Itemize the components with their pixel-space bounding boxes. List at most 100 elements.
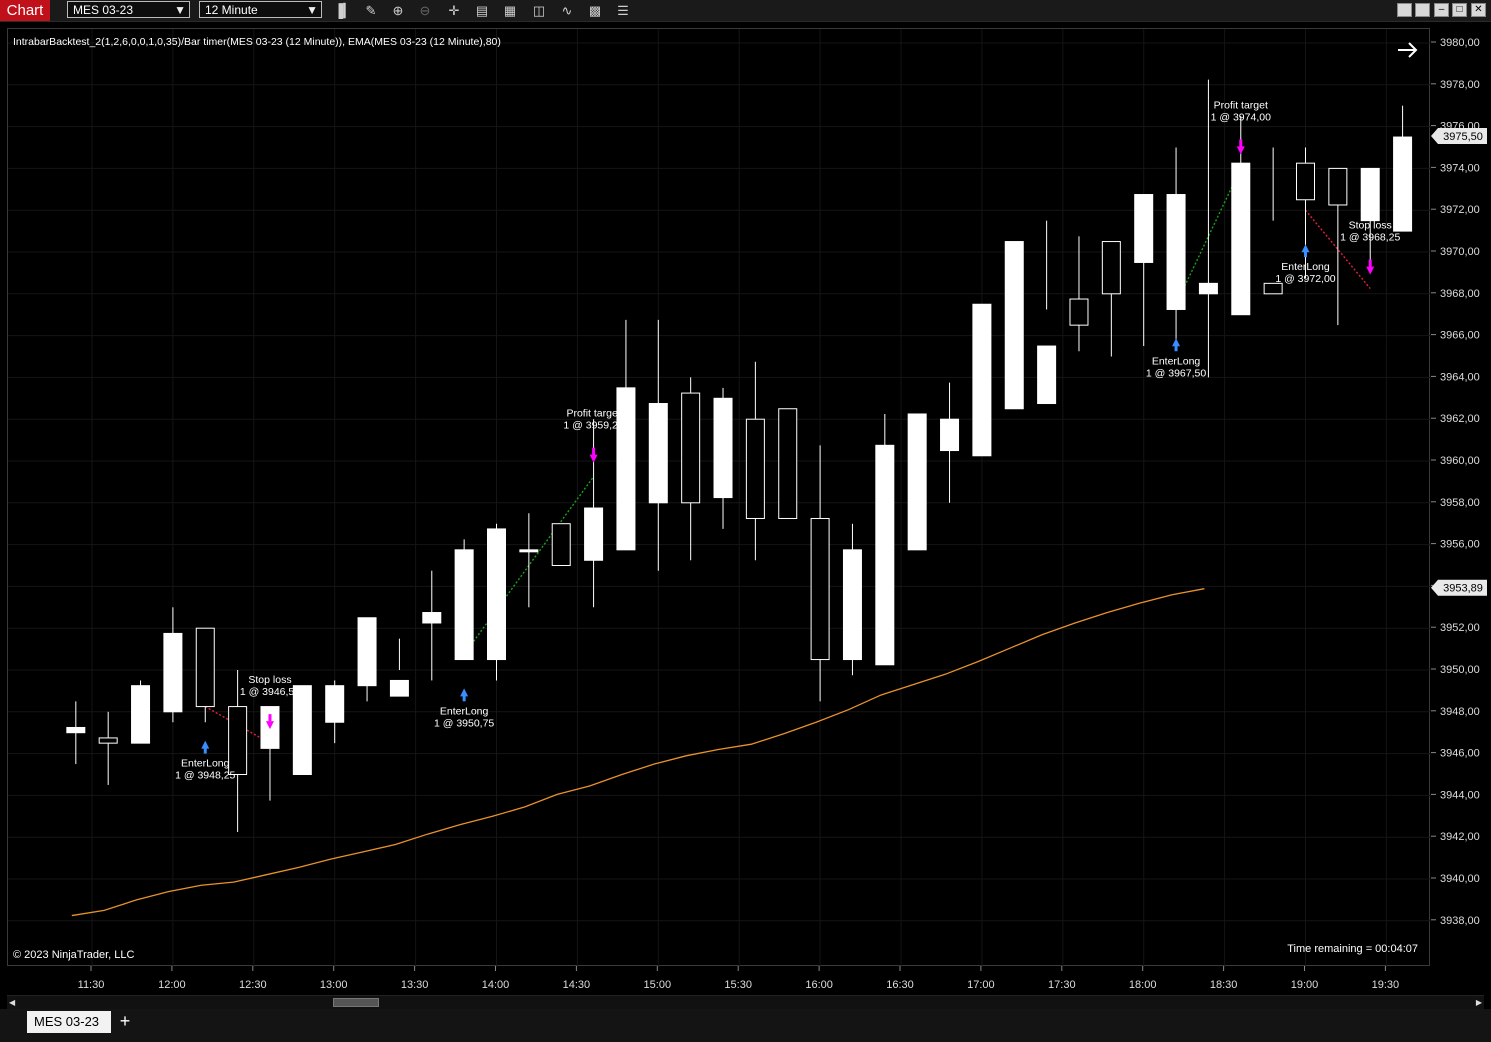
price-tick-label: 3970,00 — [1440, 246, 1480, 258]
last-price-tag: 3975,50 — [1431, 128, 1487, 145]
time-axis[interactable]: 11:30 12:00 12:30 13:00 13:30 14:00 14:30 15:00… — [7, 966, 1430, 994]
time-tick-label: 17:00 — [967, 979, 995, 991]
time-tick-label: 14:30 — [563, 979, 591, 991]
copyright-text: © 2023 NinjaTrader, LLC — [13, 949, 134, 961]
performance-icon[interactable]: ∿ — [558, 2, 576, 19]
candle-body — [648, 403, 668, 504]
entry-arrow-stem — [462, 695, 466, 702]
trade-label: Profit target — [566, 408, 620, 420]
svg-text:3953,89: 3953,89 — [1443, 583, 1483, 595]
close-button[interactable]: ✕ — [1471, 3, 1486, 17]
crosshair-icon[interactable]: ✛ — [445, 2, 463, 19]
entry-arrow-stem — [203, 747, 207, 754]
candle-body — [98, 737, 118, 744]
chart-panel[interactable]: EnterLong 1 @ 3948,25 Stop loss 1 @ 3946,50… — [7, 28, 1431, 967]
time-tick-label: 16:00 — [805, 979, 833, 991]
trade-detail: 1 @ 3946,50 — [240, 686, 300, 698]
horizontal-scrollbar[interactable]: ◀ ▶ — [7, 995, 1484, 1009]
svg-text:3975,50: 3975,50 — [1443, 131, 1483, 143]
maximize-button[interactable]: □ — [1452, 3, 1467, 17]
properties-icon[interactable]: ☰ — [614, 2, 632, 19]
trade-label: Stop loss — [1349, 220, 1392, 232]
candle-body — [163, 632, 183, 713]
price-tick-label: 3960,00 — [1440, 455, 1480, 467]
zoom-in-icon[interactable]: ⊕ — [389, 2, 407, 19]
time-tick-label: 15:30 — [724, 979, 752, 991]
price-chart[interactable]: EnterLong1 @ 3948,25Stop loss1 @ 3946,50… — [8, 29, 1431, 967]
entry-arrow-icon — [1301, 244, 1310, 253]
time-tick-label: 17:30 — [1048, 979, 1076, 991]
exit-arrow-icon — [1236, 146, 1245, 155]
trade-label: Profit target — [1214, 99, 1268, 111]
time-tick-label: 14:00 — [482, 979, 510, 991]
trade-detail: 1 @ 3968,25 — [1340, 232, 1400, 244]
scroll-to-end-icon[interactable] — [1398, 42, 1418, 58]
time-tick-label: 18:00 — [1129, 979, 1157, 991]
entry-arrow-stem — [1304, 251, 1307, 258]
exit-arrow-icon — [1366, 266, 1375, 275]
time-tick-label: 18:30 — [1210, 979, 1238, 991]
indicators-icon[interactable]: ▦ — [501, 2, 519, 19]
candle-body — [1296, 162, 1315, 201]
entry-arrow-stem — [1174, 345, 1178, 352]
price-tick-label: 3948,00 — [1440, 706, 1480, 718]
strategies-icon[interactable]: ◫ — [530, 2, 548, 19]
time-tick-label: 15:00 — [644, 979, 672, 991]
candle-body — [292, 685, 312, 775]
data-series-icon[interactable]: ▤ — [473, 2, 491, 19]
trade-detail: 1 @ 3950,75 — [434, 717, 494, 729]
minimize-button[interactable]: – — [1434, 3, 1449, 17]
instrument-selector[interactable]: MES 03-23 ▼ — [67, 1, 190, 18]
candle-body — [940, 418, 960, 452]
candle-body — [842, 549, 862, 661]
candle-body — [131, 685, 151, 744]
trade-detail: 1 @ 3967,50 — [1146, 367, 1206, 379]
price-tick-label: 3974,00 — [1440, 162, 1480, 174]
bar-type-icon[interactable]: ▐▎ — [334, 2, 353, 19]
exit-arrow-stem — [1368, 259, 1372, 267]
time-tick-label: 13:00 — [320, 979, 348, 991]
price-tick-label: 3940,00 — [1440, 873, 1480, 885]
scrollbar-thumb[interactable] — [333, 998, 379, 1007]
chart-trader-icon[interactable]: ▩ — [586, 2, 604, 19]
entry-arrow-icon — [460, 688, 469, 697]
window-pin-button[interactable] — [1415, 3, 1430, 17]
time-tick-label: 19:30 — [1372, 979, 1400, 991]
candle-body — [1004, 241, 1024, 410]
exit-arrow-stem — [1239, 139, 1243, 147]
candle-body — [519, 549, 539, 553]
candle-body — [1069, 298, 1089, 326]
scroll-left-icon[interactable]: ◀ — [9, 996, 15, 1009]
price-tick-label: 3968,00 — [1440, 288, 1480, 300]
time-tick-label: 12:30 — [239, 979, 267, 991]
chart-title-tab[interactable]: Chart — [0, 0, 50, 21]
trade-label: EnterLong — [1152, 355, 1201, 367]
candle-body — [681, 392, 701, 504]
exit-arrow-stem — [268, 714, 272, 722]
zoom-out-icon[interactable]: ⊖ — [416, 2, 434, 19]
price-tick-label: 3942,00 — [1440, 831, 1480, 843]
price-axis[interactable]: 3980,003978,003976,003974,003972,003970,… — [1431, 28, 1491, 966]
trade-label: EnterLong — [1281, 261, 1330, 273]
candle-body — [1037, 345, 1057, 405]
window-link-button[interactable] — [1397, 3, 1412, 17]
drawing-tool-icon[interactable]: ✎ — [362, 2, 380, 19]
time-tick-label: 16:30 — [886, 979, 914, 991]
candle-body — [357, 617, 377, 687]
entry-arrow-icon — [201, 740, 210, 749]
add-tab-button[interactable]: + — [116, 1011, 134, 1031]
scroll-right-icon[interactable]: ▶ — [1476, 996, 1482, 1009]
interval-selector[interactable]: 12 Minute ▼ — [199, 1, 322, 18]
candle-body — [972, 303, 992, 457]
candle-body — [66, 726, 86, 734]
chart-toolbar: Chart MES 03-23 ▼ 12 Minute ▼ ▐▎ ✎ ⊕ ⊖ ✛… — [0, 0, 1491, 22]
price-tick-label: 3966,00 — [1440, 330, 1480, 342]
tab-mes-03-23[interactable]: MES 03-23 — [27, 1011, 111, 1033]
instrument-value: MES 03-23 — [73, 3, 134, 17]
candle-body — [487, 528, 506, 661]
candle-body — [551, 523, 571, 567]
candle-body — [1393, 136, 1413, 232]
candle-body — [778, 408, 798, 519]
trade-label: Stop loss — [248, 674, 291, 686]
time-tick-label: 19:00 — [1291, 979, 1319, 991]
